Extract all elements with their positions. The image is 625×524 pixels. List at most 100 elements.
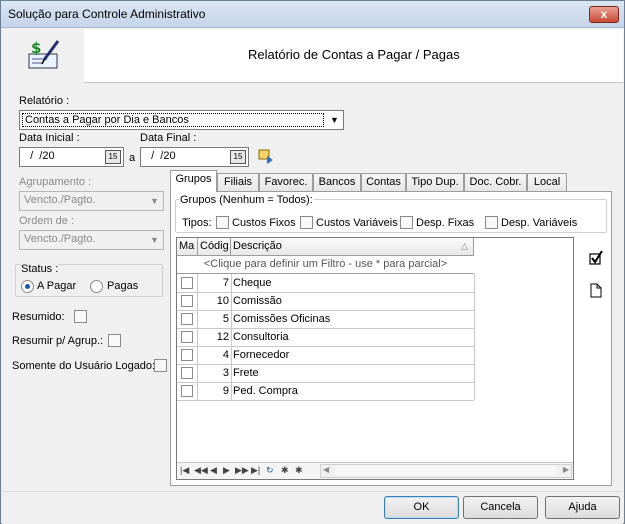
row-description: Comissões Oficinas bbox=[233, 313, 331, 325]
row-checkbox[interactable] bbox=[181, 331, 193, 343]
tab-filiais[interactable]: Filiais bbox=[217, 173, 259, 192]
tab-favorec[interactable]: Favorec. bbox=[259, 173, 313, 192]
grid-column-divider bbox=[231, 274, 232, 400]
relatorio-value: Contas a Pagar por Dia e Bancos bbox=[22, 113, 324, 127]
table-row[interactable]: 10 Comissão bbox=[177, 293, 474, 311]
app-window: Solução para Controle Administrativo x $… bbox=[0, 0, 625, 524]
swap-dates-icon[interactable] bbox=[257, 147, 275, 165]
tab-bancos[interactable]: Bancos bbox=[313, 173, 361, 192]
scroll-right-icon[interactable]: ▶ bbox=[563, 465, 569, 474]
tab-grupos[interactable]: Grupos bbox=[170, 170, 217, 192]
row-description: Comissão bbox=[233, 295, 282, 307]
status-a-pagar-label[interactable]: A Pagar bbox=[37, 280, 76, 292]
somente-usuario-checkbox[interactable] bbox=[154, 359, 167, 372]
ok-button[interactable]: OK bbox=[384, 496, 459, 519]
tipo-desp-fixas-checkbox[interactable] bbox=[400, 216, 413, 229]
tipo-desp-variaveis-label[interactable]: Desp. Variáveis bbox=[501, 217, 577, 229]
tipo-custos-fixos-label[interactable]: Custos Fixos bbox=[232, 217, 296, 229]
sort-asc-icon: △ bbox=[461, 241, 468, 251]
agrupamento-select[interactable]: Vencto./Pagto. ▼ bbox=[19, 191, 164, 211]
status-label: Status : bbox=[21, 263, 59, 275]
scroll-left-icon[interactable]: ◀ bbox=[323, 465, 329, 474]
row-checkbox[interactable] bbox=[181, 313, 193, 325]
tipo-desp-fixas-label[interactable]: Desp. Fixas bbox=[416, 217, 474, 229]
grid-header: Ma Códig Descrição △ bbox=[177, 238, 474, 256]
row-code: 5 bbox=[222, 313, 229, 325]
grid-filter-row[interactable]: <Clique para definir um Filtro - use * p… bbox=[177, 256, 474, 274]
next-page-icon[interactable]: ▶▶ bbox=[235, 465, 249, 476]
row-checkbox[interactable] bbox=[181, 295, 193, 307]
ordem-value: Vencto./Pagto. bbox=[24, 233, 96, 245]
tipo-custos-fixos-checkbox[interactable] bbox=[216, 216, 229, 229]
dialog-footer: OK Cancela Ajuda bbox=[2, 491, 623, 524]
table-row[interactable]: 7 Cheque bbox=[177, 275, 474, 293]
somente-usuario-label: Somente do Usuário Logado: bbox=[12, 360, 156, 372]
row-code: 10 bbox=[216, 295, 229, 307]
row-code: 12 bbox=[216, 331, 229, 343]
tipo-custos-variaveis-checkbox[interactable] bbox=[300, 216, 313, 229]
date-range-separator: a bbox=[129, 152, 136, 164]
prior-record-icon[interactable]: ◀ bbox=[210, 465, 217, 476]
check-all-icon[interactable] bbox=[589, 250, 603, 266]
row-checkbox[interactable] bbox=[181, 385, 193, 397]
data-final-input[interactable]: / /20 15 bbox=[140, 147, 249, 167]
header-icon-area: $ bbox=[2, 29, 84, 83]
ordem-select[interactable]: Vencto./Pagto. ▼ bbox=[19, 230, 164, 250]
col-header-marcado[interactable]: Ma bbox=[177, 238, 198, 256]
svg-text:$: $ bbox=[31, 39, 41, 57]
status-a-pagar-radio[interactable] bbox=[21, 280, 34, 293]
data-final-label: Data Final : bbox=[140, 132, 197, 144]
col-header-descricao[interactable]: Descrição △ bbox=[231, 238, 474, 256]
data-inicial-value: / /20 bbox=[24, 150, 55, 162]
data-inicial-input[interactable]: / /20 15 bbox=[19, 147, 124, 167]
status-pagas-radio[interactable] bbox=[90, 280, 103, 293]
cancel-button[interactable]: Cancela bbox=[463, 496, 538, 519]
row-description: Cheque bbox=[233, 277, 272, 289]
resumir-checkbox[interactable] bbox=[108, 334, 121, 347]
relatorio-select[interactable]: Contas a Pagar por Dia e Bancos ▼ bbox=[19, 110, 344, 130]
report-title: Relatório de Contas a Pagar / Pagas bbox=[248, 47, 460, 62]
calendar-icon[interactable]: 15 bbox=[105, 150, 121, 164]
money-pen-icon: $ bbox=[28, 39, 60, 69]
row-code: 3 bbox=[222, 367, 229, 379]
first-record-icon[interactable]: |◀ bbox=[180, 465, 189, 476]
help-button[interactable]: Ajuda bbox=[545, 496, 620, 519]
table-row[interactable]: 9 Ped. Compra bbox=[177, 383, 474, 401]
grid-navigator: |◀ ◀◀ ◀ ▶ ▶▶ ▶| ↻ ✱ ✱ ◀ ▶ bbox=[177, 462, 573, 479]
tipo-custos-variaveis-label[interactable]: Custos Variáveis bbox=[316, 217, 398, 229]
row-checkbox[interactable] bbox=[181, 367, 193, 379]
tab-contas[interactable]: Contas bbox=[361, 173, 406, 192]
row-description: Fornecedor bbox=[233, 349, 290, 361]
tipo-desp-variaveis-checkbox[interactable] bbox=[485, 216, 498, 229]
asterisk-filter-icon[interactable]: ✱ bbox=[295, 465, 303, 476]
row-description: Ped. Compra bbox=[233, 385, 298, 397]
table-row[interactable]: 5 Comissões Oficinas bbox=[177, 311, 474, 329]
asterisk-icon[interactable]: ✱ bbox=[281, 465, 289, 476]
scrollbar-thumb[interactable] bbox=[335, 466, 557, 476]
table-row[interactable]: 12 Consultoria bbox=[177, 329, 474, 347]
table-row[interactable]: 4 Fornecedor bbox=[177, 347, 474, 365]
resumir-label: Resumir p/ Agrup.: bbox=[12, 335, 104, 347]
new-document-icon[interactable] bbox=[590, 283, 602, 298]
row-description: Consultoria bbox=[233, 331, 289, 343]
prior-page-icon[interactable]: ◀◀ bbox=[194, 465, 208, 476]
grid-column-divider bbox=[197, 274, 198, 400]
resumido-checkbox[interactable] bbox=[74, 310, 87, 323]
refresh-icon[interactable]: ↻ bbox=[266, 465, 274, 476]
last-record-icon[interactable]: ▶| bbox=[251, 465, 260, 476]
row-code: 9 bbox=[222, 385, 229, 397]
tab-tipo-dup[interactable]: Tipo Dup. bbox=[406, 173, 464, 192]
data-inicial-label: Data Inicial : bbox=[19, 132, 80, 144]
row-checkbox[interactable] bbox=[181, 349, 193, 361]
grid-hscrollbar[interactable]: ◀ ▶ bbox=[320, 464, 572, 478]
close-button[interactable]: x bbox=[589, 6, 619, 23]
tab-doc-cobr[interactable]: Doc. Cobr. bbox=[464, 173, 527, 192]
agrupamento-label: Agrupamento : bbox=[19, 176, 92, 188]
calendar-icon[interactable]: 15 bbox=[230, 150, 246, 164]
col-header-codigo[interactable]: Códig bbox=[198, 238, 231, 256]
row-checkbox[interactable] bbox=[181, 277, 193, 289]
table-row[interactable]: 3 Frete bbox=[177, 365, 474, 383]
next-record-icon[interactable]: ▶ bbox=[223, 465, 230, 476]
status-pagas-label[interactable]: Pagas bbox=[107, 280, 138, 292]
tab-local[interactable]: Local bbox=[527, 173, 567, 192]
